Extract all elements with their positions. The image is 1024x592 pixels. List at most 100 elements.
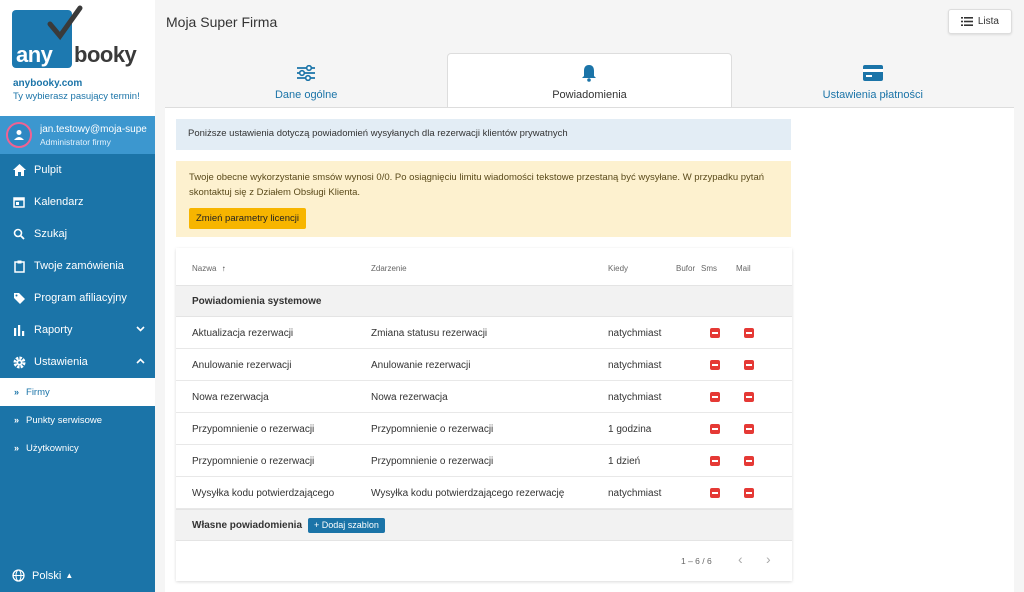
nav-label: Kalendarz	[34, 196, 84, 208]
table-row[interactable]: Przypomnienie o rezerwacji Przypomnienie…	[176, 445, 792, 477]
tabs: Dane ogólne Powiadomienia Ustawienia pła…	[165, 53, 1014, 108]
calendar-icon	[12, 195, 26, 209]
table-row[interactable]: Aktualizacja rezerwacji Zmiana statusu r…	[176, 317, 792, 349]
settings-submenu: » Firmy » Punkty serwisowe » Użytkownicy	[0, 378, 155, 462]
gear-icon	[12, 355, 26, 369]
list-icon	[960, 17, 973, 26]
table-row[interactable]: Nowa rezerwacja Nowa rezerwacja natychmi…	[176, 381, 792, 413]
logo-booky-text: booky	[74, 42, 137, 67]
language-selector[interactable]: Polski ▲	[12, 569, 73, 582]
logo[interactable]: any booky	[12, 5, 142, 70]
mail-toggle[interactable]	[744, 360, 754, 370]
sms-toggle[interactable]	[710, 424, 720, 434]
row-name: Wysyłka kodu potwierdzającego	[192, 488, 335, 499]
header-name[interactable]: Nazwa ↑	[192, 264, 226, 273]
brand-area: any booky anybooky.com Ty wybierasz pasu…	[0, 0, 155, 116]
sub-label: Firmy	[26, 386, 50, 398]
row-when: natychmiast	[608, 328, 662, 339]
double-chevron-icon: »	[14, 443, 20, 453]
user-icon	[14, 130, 24, 140]
credit-card-icon	[862, 62, 883, 84]
sms-toggle[interactable]	[710, 392, 720, 402]
row-event: Przypomnienie o rezerwacji	[371, 456, 494, 467]
nav-item-zamowienia[interactable]: Twoje zamówienia	[0, 250, 155, 282]
sub-item-punkty[interactable]: » Punkty serwisowe	[0, 406, 155, 434]
mail-toggle[interactable]	[744, 488, 754, 498]
tab-powiadomienia[interactable]: Powiadomienia	[447, 53, 732, 108]
tab-platnosci[interactable]: Ustawienia płatności	[732, 53, 1014, 108]
row-event: Anulowanie rezerwacji	[371, 360, 471, 371]
header-when: Kiedy	[608, 264, 629, 273]
notifications-table: Nazwa ↑ Zdarzenie Kiedy Bufor Sms Mail P…	[176, 248, 792, 581]
user-text: jan.testowy@moja-supe Administrator firm…	[40, 124, 147, 147]
nav-item-pulpit[interactable]: Pulpit	[0, 154, 155, 186]
nav-item-afiliacja[interactable]: Program afiliacyjny	[0, 282, 155, 314]
user-panel[interactable]: jan.testowy@moja-supe Administrator firm…	[0, 116, 155, 154]
brand-site: anybooky.com	[13, 78, 83, 89]
user-email: jan.testowy@moja-supe	[40, 123, 147, 135]
tab-label: Ustawienia płatności	[822, 89, 923, 101]
row-name: Anulowanie rezerwacji	[192, 360, 292, 371]
chevron-up-icon	[136, 356, 145, 367]
nav-item-ustawienia[interactable]: Ustawienia	[0, 346, 155, 378]
caret-up-icon: ▲	[65, 571, 74, 580]
pagination-range: 1 – 6 / 6	[681, 556, 712, 566]
sms-toggle[interactable]	[710, 360, 720, 370]
mail-toggle[interactable]	[744, 424, 754, 434]
language-label: Polski	[32, 569, 62, 582]
header-mail: Mail	[736, 264, 751, 273]
warning-text: Twoje obecne wykorzystanie smsów wynosi …	[189, 172, 765, 198]
chevron-left-icon[interactable]: ‹	[738, 551, 743, 567]
avatar	[6, 122, 32, 148]
mail-toggle[interactable]	[744, 456, 754, 466]
nav-item-kalendarz[interactable]: Kalendarz	[0, 186, 155, 218]
brand-tagline: Ty wybierasz pasujący termin!	[13, 91, 140, 102]
nav-label: Pulpit	[34, 164, 62, 176]
table-row[interactable]: Anulowanie rezerwacji Anulowanie rezerwa…	[176, 349, 792, 381]
sub-label: Punkty serwisowe	[26, 414, 103, 426]
info-banner: Poniższe ustawienia dotyczą powiadomień …	[176, 119, 791, 150]
chevron-down-icon	[136, 324, 145, 335]
list-button[interactable]: Lista	[947, 9, 1012, 34]
mail-toggle[interactable]	[744, 392, 754, 402]
add-template-button[interactable]: + Dodaj szablon	[308, 517, 385, 533]
double-chevron-icon: »	[14, 415, 20, 425]
custom-group-row: Własne powiadomienia + Dodaj szablon	[176, 509, 792, 541]
change-license-button[interactable]: Zmień parametry licencji	[189, 208, 306, 229]
sliders-icon	[297, 62, 316, 84]
sms-toggle[interactable]	[710, 488, 720, 498]
header-sms: Sms	[701, 264, 717, 273]
sub-item-firmy[interactable]: » Firmy	[0, 378, 155, 406]
sub-item-uzytkownicy[interactable]: » Użytkownicy	[0, 434, 155, 462]
tab-dane-ogolne[interactable]: Dane ogólne	[165, 53, 447, 108]
row-name: Aktualizacja rezerwacji	[192, 328, 294, 339]
sms-toggle[interactable]	[710, 328, 720, 338]
table-row[interactable]: Wysyłka kodu potwierdzającego Wysyłka ko…	[176, 477, 792, 509]
nav-label: Szukaj	[34, 228, 68, 240]
header-event: Zdarzenie	[371, 264, 407, 273]
header-buffer: Bufor	[676, 264, 696, 273]
row-when: 1 dzień	[608, 456, 641, 467]
user-role: Administrator firmy	[40, 136, 111, 147]
row-when: natychmiast	[608, 392, 662, 403]
sms-toggle[interactable]	[710, 456, 720, 466]
nav-item-szukaj[interactable]: Szukaj	[0, 218, 155, 250]
sidebar: any booky anybooky.com Ty wybierasz pasu…	[0, 0, 155, 592]
row-event: Przypomnienie o rezerwacji	[371, 424, 494, 435]
tag-icon	[12, 291, 26, 305]
nav-menu: Pulpit Kalendarz Szukaj Twoje zamówienia…	[0, 154, 155, 378]
bell-icon	[581, 62, 597, 84]
nav-label: Raporty	[34, 324, 73, 336]
bar-chart-icon	[12, 323, 26, 337]
search-icon	[12, 227, 26, 241]
row-event: Zmiana statusu rezerwacji	[371, 328, 488, 339]
header-name-label: Nazwa	[192, 264, 217, 273]
globe-icon	[12, 569, 25, 582]
row-when: natychmiast	[608, 488, 662, 499]
mail-toggle[interactable]	[744, 328, 754, 338]
page-title: Moja Super Firma	[166, 14, 278, 30]
nav-item-raporty[interactable]: Raporty	[0, 314, 155, 346]
table-row[interactable]: Przypomnienie o rezerwacji Przypomnienie…	[176, 413, 792, 445]
chevron-right-icon[interactable]: ›	[766, 551, 771, 567]
warning-banner: Twoje obecne wykorzystanie smsów wynosi …	[176, 161, 791, 237]
